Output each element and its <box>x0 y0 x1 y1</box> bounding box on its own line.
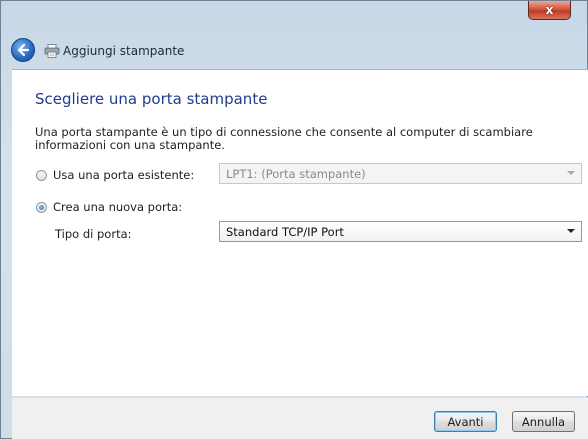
close-button[interactable]: x <box>528 1 571 20</box>
port-type-value: Standard TCP/IP Port <box>226 224 344 239</box>
new-port-label: Crea una nuova porta: <box>53 200 183 214</box>
port-type-label: Tipo di porta: <box>55 227 132 241</box>
existing-port-radio[interactable] <box>36 169 47 181</box>
next-button[interactable]: Avanti <box>434 411 497 432</box>
window-header: Aggiungi stampante <box>1 29 588 69</box>
chevron-down-icon <box>567 229 575 233</box>
window-frame: x Aggiungi stampante Scegliere una porta… <box>0 0 588 439</box>
new-port-radio[interactable] <box>36 201 47 213</box>
printer-icon <box>44 44 60 58</box>
page-description: Una porta stampante è un tipo di conness… <box>35 125 533 152</box>
wizard-footer: Avanti Annulla <box>12 397 588 439</box>
close-icon: x <box>545 3 554 17</box>
existing-port-select[interactable]: LPT1: (Porta stampante) <box>219 163 582 184</box>
new-port-option[interactable]: Crea una nuova porta: <box>36 200 182 214</box>
existing-port-label: Usa una porta esistente: <box>53 168 195 182</box>
existing-port-value: LPT1: (Porta stampante) <box>226 166 366 181</box>
wizard-content: Scegliere una porta stampante Una porta … <box>12 69 588 396</box>
existing-port-option[interactable]: Usa una porta esistente: <box>36 168 194 182</box>
port-type-select[interactable]: Standard TCP/IP Port <box>219 221 582 242</box>
window-title: Aggiungi stampante <box>63 44 185 58</box>
back-arrow-icon <box>17 43 30 57</box>
cancel-button[interactable]: Annulla <box>512 411 575 432</box>
back-button[interactable] <box>11 38 35 62</box>
page-title: Scegliere una porta stampante <box>35 90 268 108</box>
chevron-down-icon <box>567 171 575 175</box>
